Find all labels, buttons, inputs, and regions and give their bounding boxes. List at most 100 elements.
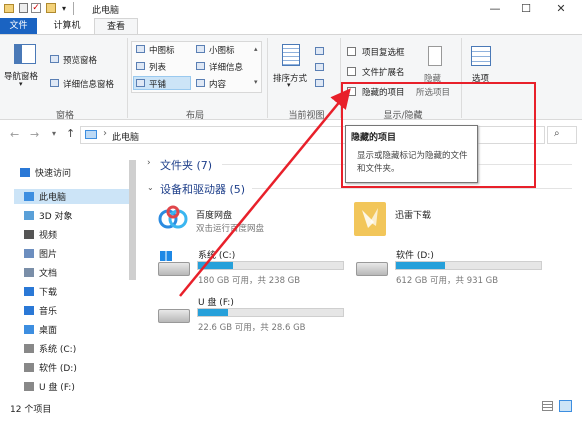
drive-usage-fill — [198, 262, 233, 269]
drive-usage-bar — [395, 261, 542, 270]
app-name[interactable]: 百度网盘 — [196, 208, 232, 221]
search-box[interactable] — [547, 126, 577, 144]
tab-file[interactable]: 文件 — [0, 18, 37, 34]
group-by-icon[interactable] — [315, 47, 324, 55]
drive-icon — [24, 344, 34, 353]
file-extensions-label[interactable]: 文件扩展名 — [362, 66, 405, 78]
file-extensions-checkbox[interactable] — [347, 67, 356, 76]
up-arrow-icon[interactable]: ↑ — [66, 127, 75, 140]
hide-button[interactable]: 隐藏 — [424, 72, 441, 84]
hidden-items-checkbox[interactable] — [347, 87, 356, 96]
hidden-items-label[interactable]: 隐藏的项目 — [362, 86, 405, 98]
nav-item[interactable]: 快速访问 — [20, 166, 71, 179]
video-icon — [24, 230, 34, 239]
chevron-down-icon[interactable]: ▾ — [19, 80, 23, 88]
folders-section-header[interactable]: 文件夹 (7) — [160, 157, 212, 173]
quick-access-dropdown-icon[interactable]: ▾ — [62, 4, 66, 13]
options-icon[interactable] — [471, 46, 491, 66]
preview-pane-button[interactable]: 预览窗格 — [63, 54, 97, 66]
navigation-pane-icon[interactable] — [14, 44, 36, 64]
content-option[interactable]: 内容 — [209, 78, 226, 90]
devices-section-header[interactable]: 设备和驱动器 (5) — [160, 181, 245, 197]
gallery-scroll-up-icon[interactable]: ▴ — [254, 45, 258, 53]
details-pane-icon[interactable] — [50, 79, 59, 87]
nav-item-label: 音乐 — [39, 307, 58, 317]
chevron-right-icon[interactable]: › — [147, 158, 151, 168]
chevron-down-icon[interactable]: ▾ — [287, 81, 291, 89]
show-hide-group-label: 显示/隐藏 — [383, 111, 423, 121]
preview-pane-icon[interactable] — [50, 55, 59, 63]
chevron-down-icon[interactable]: ⌄ — [147, 183, 154, 192]
new-folder-icon[interactable] — [46, 3, 56, 13]
list-option[interactable]: 列表 — [149, 61, 166, 73]
medium-icons-option[interactable]: 中图标 — [149, 44, 175, 56]
nav-item[interactable]: 软件 (D:) — [24, 361, 77, 374]
download-icon — [24, 287, 34, 296]
folder-icon — [4, 4, 14, 13]
drive-usage-text: 180 GB 可用，共 238 GB — [198, 276, 301, 286]
gallery-more-icon[interactable]: ▾ — [254, 78, 258, 86]
maximize-button[interactable]: ☐ — [511, 0, 541, 18]
nav-item[interactable]: 音乐 — [24, 304, 57, 317]
details-option[interactable]: 详细信息 — [209, 61, 243, 73]
tab-view[interactable]: 查看 — [94, 18, 138, 34]
usb-drive-icon[interactable] — [158, 309, 190, 323]
xunlei-download-icon[interactable] — [354, 202, 386, 236]
nav-item-label: 下载 — [39, 288, 58, 298]
drive-icon[interactable] — [356, 262, 388, 276]
nav-item-label: 此电脑 — [39, 193, 67, 203]
nav-item-label: 3D 对象 — [39, 212, 73, 222]
add-columns-icon[interactable] — [315, 63, 324, 71]
item-checkboxes-label[interactable]: 项目复选框 — [362, 46, 405, 58]
app-name[interactable]: 迅雷下载 — [395, 208, 431, 221]
size-columns-icon[interactable] — [315, 79, 324, 87]
computer-icon — [24, 192, 34, 201]
drive-usage-text: 22.6 GB 可用，共 28.6 GB — [198, 323, 306, 333]
nav-item[interactable]: 下载 — [24, 285, 57, 298]
drive-usage-bar — [197, 261, 344, 270]
recent-locations-icon[interactable]: ▾ — [52, 129, 56, 138]
close-button[interactable]: ✕ — [546, 0, 576, 18]
nav-item[interactable]: 3D 对象 — [24, 209, 73, 222]
drive-name[interactable]: 系统 (C:) — [198, 248, 235, 261]
nav-scrollbar[interactable] — [129, 160, 136, 280]
tiles-icon — [136, 79, 145, 87]
drive-icon[interactable] — [158, 262, 190, 276]
tiles-option[interactable]: 平铺 — [149, 78, 166, 90]
search-icon[interactable]: ⌕ — [554, 128, 560, 139]
small-icons-option[interactable]: 小图标 — [209, 44, 235, 56]
forward-arrow-icon[interactable]: → — [30, 128, 39, 141]
item-count: 12 个项目 — [10, 405, 52, 415]
selected-items-button[interactable]: 所选项目 — [416, 86, 450, 98]
properties-icon[interactable] — [19, 3, 28, 13]
nav-item[interactable]: U 盘 (F:) — [24, 380, 75, 393]
item-checkboxes-checkbox[interactable] — [347, 47, 356, 56]
tooltip-title: 隐藏的项目 — [351, 133, 397, 143]
nav-item[interactable]: 此电脑 — [24, 190, 66, 203]
options-button[interactable]: 选项 — [472, 72, 489, 84]
ribbon-separator — [267, 38, 268, 118]
minimize-button[interactable]: — — [480, 0, 510, 18]
drive-name[interactable]: 软件 (D:) — [396, 248, 434, 261]
nav-item[interactable]: 视频 — [24, 228, 57, 241]
checkmark-icon[interactable]: ✓ — [31, 3, 41, 13]
sort-by-icon[interactable] — [282, 44, 300, 66]
drive-name[interactable]: U 盘 (F:) — [198, 295, 234, 308]
nav-item[interactable]: 系统 (C:) — [24, 342, 76, 355]
drive-usage-fill — [198, 309, 229, 316]
hide-selected-icon[interactable] — [428, 46, 442, 66]
large-icons-view-icon[interactable] — [559, 400, 572, 412]
panes-group-label: 窗格 — [55, 111, 74, 121]
tab-computer[interactable]: 计算机 — [44, 18, 90, 34]
details-view-icon[interactable] — [542, 401, 553, 411]
baidu-netdisk-icon[interactable] — [158, 205, 188, 231]
breadcrumb-this-pc[interactable]: 此电脑 — [112, 130, 139, 143]
back-arrow-icon[interactable]: ← — [10, 128, 19, 141]
details-pane-button[interactable]: 详细信息窗格 — [63, 78, 114, 90]
breadcrumb-separator[interactable]: › — [103, 128, 107, 139]
nav-item[interactable]: 图片 — [24, 247, 57, 260]
nav-item[interactable]: 文档 — [24, 266, 57, 279]
music-icon — [24, 306, 34, 315]
navigation-pane — [0, 152, 140, 392]
nav-item[interactable]: 桌面 — [24, 323, 57, 336]
